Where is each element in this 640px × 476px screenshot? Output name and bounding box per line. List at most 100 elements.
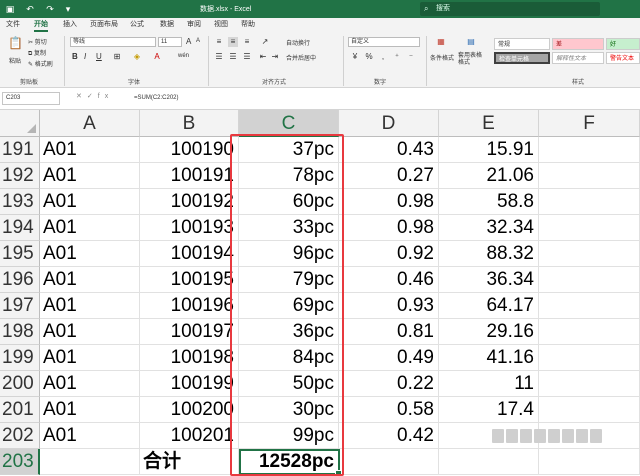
cell-b[interactable]: 100200	[140, 397, 239, 423]
cell-b[interactable]: 100196	[140, 293, 239, 319]
confirm-icon[interactable]: ✓	[87, 93, 98, 100]
tab-formulas[interactable]: 公式	[130, 20, 144, 32]
cell-c[interactable]: 30pc	[239, 397, 339, 423]
row-header[interactable]: 193	[0, 189, 40, 215]
cell-a[interactable]: A01	[40, 267, 140, 293]
cell-b[interactable]: 100197	[140, 319, 239, 345]
cell-d[interactable]: 0.98	[339, 189, 439, 215]
column-header-b[interactable]: B	[140, 110, 239, 137]
save-icon[interactable]: ▣	[4, 3, 16, 15]
row-header[interactable]: 196	[0, 267, 40, 293]
row-header[interactable]: 191	[0, 137, 40, 163]
cell-e[interactable]: 29.16	[439, 319, 539, 345]
font-name-select[interactable]: 等线	[70, 37, 156, 47]
row-header[interactable]: 195	[0, 241, 40, 267]
row-header[interactable]: 199	[0, 345, 40, 371]
increase-decimal-icon[interactable]: ⁺	[392, 52, 402, 62]
cell-a[interactable]	[40, 449, 140, 475]
font-color-icon[interactable]: A	[152, 52, 162, 62]
cell-c[interactable]: 78pc	[239, 163, 339, 189]
font-shrink-button[interactable]: A	[196, 38, 200, 44]
search-input[interactable]: ⌕ 搜索	[420, 2, 600, 16]
cell-a[interactable]: A01	[40, 241, 140, 267]
comma-icon[interactable]: ,	[378, 52, 388, 62]
tab-view[interactable]: 视图	[214, 20, 228, 32]
paste-button[interactable]: 粘贴	[9, 56, 21, 65]
cell-c[interactable]: 33pc	[239, 215, 339, 241]
row-header[interactable]: 197	[0, 293, 40, 319]
cell-e[interactable]: 17.4	[439, 397, 539, 423]
cell-c[interactable]: 69pc	[239, 293, 339, 319]
paste-icon[interactable]: 📋	[8, 37, 23, 52]
tab-data[interactable]: 数据	[160, 20, 174, 32]
cell-b[interactable]: 100190	[140, 137, 239, 163]
row-header[interactable]: 200	[0, 371, 40, 397]
cell-e[interactable]: 36.34	[439, 267, 539, 293]
cell-f[interactable]	[539, 371, 640, 397]
cell-c[interactable]: 60pc	[239, 189, 339, 215]
cell-f[interactable]	[539, 319, 640, 345]
column-header-d[interactable]: D	[339, 110, 439, 137]
font-grow-button[interactable]: A	[186, 37, 191, 46]
tab-file[interactable]: 文件	[6, 20, 20, 32]
copy-button[interactable]: ⧉ 复制	[28, 48, 46, 58]
number-format-select[interactable]: 自定义	[348, 37, 420, 47]
worksheet-grid[interactable]: A B C D E F 191 A01 100190 37pc 0.43 15.91 192…	[0, 110, 640, 476]
column-header-e[interactable]: E	[439, 110, 539, 137]
font-size-select[interactable]: 11	[158, 37, 182, 47]
cell-a[interactable]: A01	[40, 423, 140, 449]
cell-e[interactable]: 32.34	[439, 215, 539, 241]
cell-d[interactable]: 0.92	[339, 241, 439, 267]
cell-d[interactable]: 0.58	[339, 397, 439, 423]
cell-f[interactable]	[539, 449, 640, 475]
cell-d[interactable]: 0.93	[339, 293, 439, 319]
chevron-down-icon[interactable]: ▾	[62, 3, 74, 15]
cell-c[interactable]: 50pc	[239, 371, 339, 397]
indent-increase-icon[interactable]: ⇥	[270, 52, 280, 62]
row-header[interactable]: 203	[0, 449, 40, 475]
cell-a[interactable]: A01	[40, 345, 140, 371]
cell-f[interactable]	[539, 215, 640, 241]
bold-button[interactable]: B	[72, 52, 78, 61]
row-header[interactable]: 202	[0, 423, 40, 449]
cancel-icon[interactable]: ✕	[76, 93, 87, 100]
cell-b[interactable]: 100192	[140, 189, 239, 215]
cell-f[interactable]	[539, 137, 640, 163]
style-check-cell[interactable]: 检查单元格	[494, 52, 550, 64]
row-header[interactable]: 201	[0, 397, 40, 423]
decrease-decimal-icon[interactable]: ⁻	[406, 52, 416, 62]
select-all-corner[interactable]	[0, 110, 40, 137]
conditional-format-icon[interactable]: ▦	[434, 37, 448, 49]
currency-icon[interactable]: ¥	[350, 52, 360, 62]
name-box[interactable]: C203	[2, 92, 60, 105]
cell-a[interactable]: A01	[40, 215, 140, 241]
cell-a[interactable]: A01	[40, 319, 140, 345]
align-center-icon[interactable]: ☰	[228, 52, 238, 62]
style-normal[interactable]: 常规	[494, 38, 550, 50]
cell-a[interactable]: A01	[40, 293, 140, 319]
align-top-icon[interactable]: ≡	[214, 37, 224, 47]
borders-icon[interactable]: ⊞	[112, 52, 122, 62]
tab-home[interactable]: 开始	[34, 20, 48, 32]
percent-icon[interactable]: %	[364, 52, 374, 62]
cell-e[interactable]: 21.06	[439, 163, 539, 189]
phonetic-button[interactable]: wén	[178, 53, 189, 59]
cell-d[interactable]: 0.81	[339, 319, 439, 345]
cell-c[interactable]: 99pc	[239, 423, 339, 449]
cell-e[interactable]: 15.91	[439, 137, 539, 163]
cell-a[interactable]: A01	[40, 189, 140, 215]
cell-e[interactable]: 41.16	[439, 345, 539, 371]
cell-d[interactable]: 0.27	[339, 163, 439, 189]
cell-c[interactable]: 37pc	[239, 137, 339, 163]
table-format-button[interactable]: 套用表格格式	[458, 53, 486, 67]
underline-button[interactable]: U	[96, 52, 102, 61]
cell-c[interactable]: 84pc	[239, 345, 339, 371]
row-header[interactable]: 198	[0, 319, 40, 345]
undo-icon[interactable]: ↶	[24, 3, 36, 15]
column-header-c[interactable]: C	[239, 110, 339, 137]
cell-e[interactable]	[439, 449, 539, 475]
cut-button[interactable]: ✂ 剪切	[28, 37, 47, 46]
cell-b[interactable]: 100194	[140, 241, 239, 267]
cell-a[interactable]: A01	[40, 137, 140, 163]
align-bottom-icon[interactable]: ≡	[242, 37, 252, 47]
